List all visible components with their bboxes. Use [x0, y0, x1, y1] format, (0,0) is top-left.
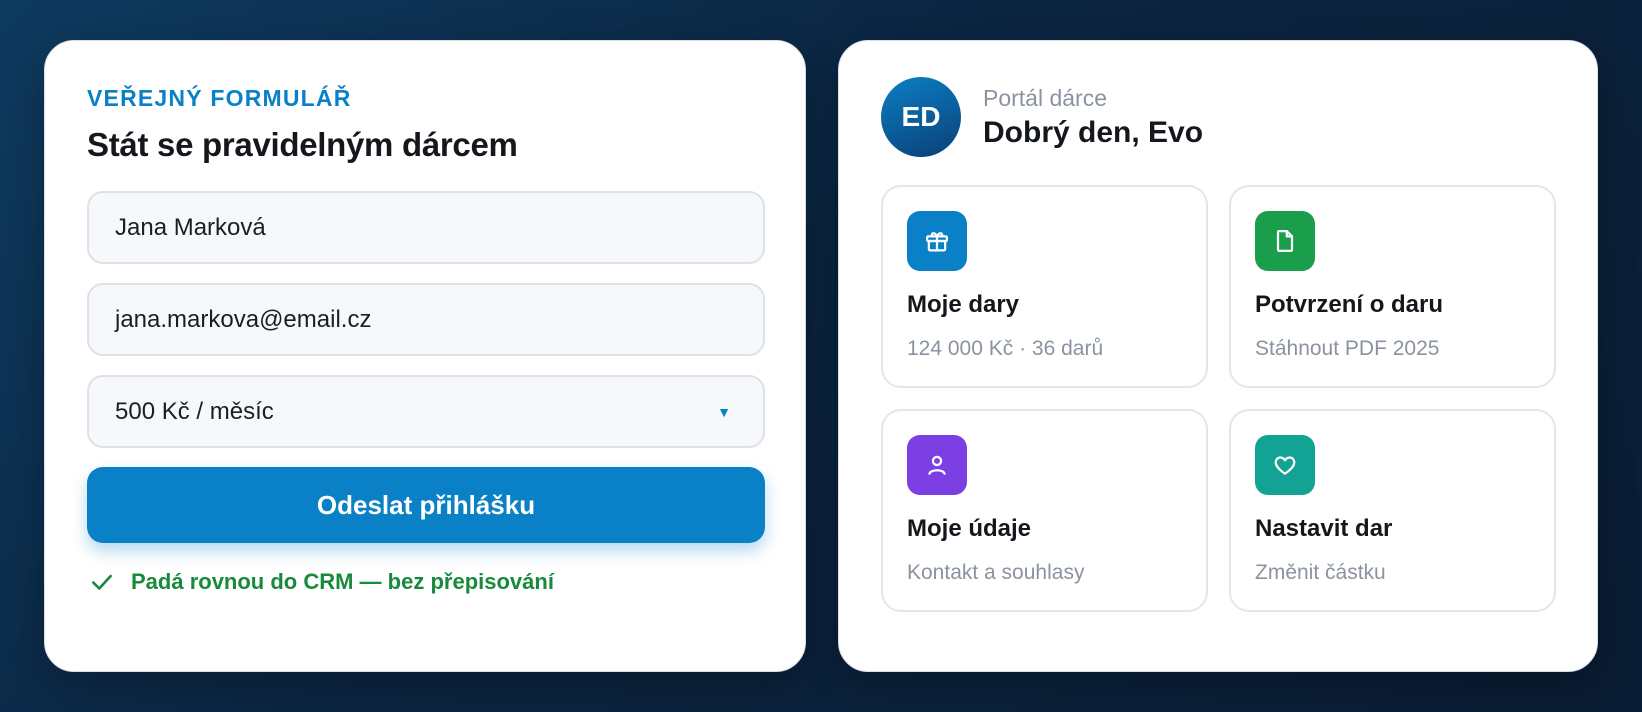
portal-header-text: Portál dárce Dobrý den, Evo	[983, 85, 1203, 150]
submit-button[interactable]: Odeslat přihlášku	[87, 467, 765, 543]
tile-subtitle: 124 000 Kč · 36 darů	[907, 337, 1104, 360]
heart-icon	[1255, 435, 1315, 495]
email-field[interactable]: jana.markova@email.cz	[87, 283, 765, 356]
chevron-down-icon: ▼	[717, 403, 731, 420]
document-icon	[1255, 211, 1315, 271]
crm-note: Padá rovnou do CRM — bez přepisování	[87, 569, 763, 595]
tile-title: Nastavit dar	[1255, 515, 1393, 542]
tile-subtitle: Stáhnout PDF 2025	[1255, 337, 1440, 360]
signup-form-card: VEŘEJNÝ FORMULÁŘ Stát se pravidelným dár…	[44, 40, 806, 672]
tile-title: Moje údaje	[907, 515, 1032, 542]
portal-header: ED Portál dárce Dobrý den, Evo	[881, 77, 1555, 157]
form-fields: Jana Marková jana.markova@email.cz 500 K…	[87, 191, 765, 448]
crm-note-text: Padá rovnou do CRM — bez přepisování	[131, 569, 554, 594]
gift-icon	[907, 211, 967, 271]
avatar: ED	[881, 77, 961, 157]
portal-greeting: Dobrý den, Evo	[983, 115, 1204, 149]
email-field-value: jana.markova@email.cz	[115, 305, 372, 333]
form-title: Stát se pravidelným dárcem	[87, 126, 518, 163]
tile-title: Potvrzení o daru	[1255, 291, 1444, 318]
form-eyebrow: VEŘEJNÝ FORMULÁŘ	[87, 85, 352, 111]
tile-title: Moje dary	[907, 291, 1020, 318]
name-field[interactable]: Jana Marková	[87, 191, 765, 264]
amount-select-value: 500 Kč / měsíc	[115, 397, 274, 425]
donor-portal-card: ED Portál dárce Dobrý den, Evo Moje dary…	[838, 40, 1598, 672]
tile-my-details[interactable]: Moje údaje Kontakt a souhlasy	[881, 409, 1208, 612]
tile-subtitle: Kontakt a souhlasy	[907, 561, 1085, 584]
tile-set-donation[interactable]: Nastavit dar Změnit částku	[1229, 409, 1556, 612]
check-icon	[92, 574, 112, 590]
portal-tiles: Moje dary 124 000 Kč · 36 darů Potvrzení…	[881, 185, 1556, 612]
tile-donation-receipt[interactable]: Potvrzení o daru Stáhnout PDF 2025	[1229, 185, 1556, 388]
tile-my-donations[interactable]: Moje dary 124 000 Kč · 36 darů	[881, 185, 1208, 388]
user-icon	[907, 435, 967, 495]
name-field-value: Jana Marková	[115, 213, 266, 241]
amount-select[interactable]: 500 Kč / měsíc ▼	[87, 375, 765, 448]
portal-subtitle: Portál dárce	[983, 84, 1108, 111]
tile-subtitle: Změnit částku	[1255, 561, 1386, 584]
